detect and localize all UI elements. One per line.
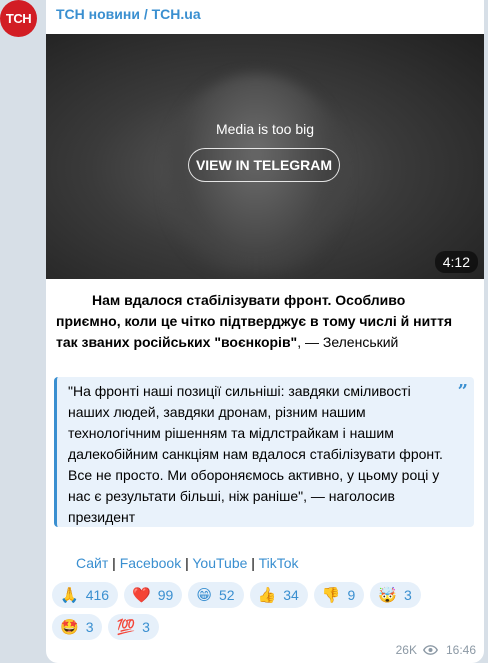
reaction-pray[interactable]: 🙏 416 <box>52 582 119 608</box>
reaction-count: 3 <box>403 587 412 603</box>
social-links: Сайт | Facebook | YouTube | TikTok <box>76 555 299 571</box>
reaction-count: 3 <box>142 619 150 635</box>
reaction-exploding-head[interactable]: 🤯 3 <box>370 582 421 608</box>
blockquote-text: "На фронті наші позиції сильніші: завдяк… <box>68 383 443 525</box>
quote-icon: ” <box>457 381 468 402</box>
reactions-bar: 🙏 416 ❤️ 99 😁 52 👍 34 👎 9 🤯 3 🤩 3 💯 3 <box>52 582 472 640</box>
video-preview[interactable]: Media is too big VIEW IN TELEGRAM 4:12 <box>46 34 484 279</box>
message-bubble: ТСН новини / TCH.ua Media is too big VIE… <box>46 0 484 663</box>
reaction-star-struck[interactable]: 🤩 3 <box>52 614 103 640</box>
reaction-grin[interactable]: 😁 52 <box>188 582 244 608</box>
link-separator: | <box>108 555 120 571</box>
reaction-thumbs-up[interactable]: 👍 34 <box>249 582 308 608</box>
star-struck-icon: 🤩 <box>60 618 79 636</box>
blockquote: "На фронті наші позиції сильніші: завдяк… <box>54 377 474 527</box>
reaction-thumbs-down[interactable]: 👎 9 <box>313 582 365 608</box>
hundred-icon: 💯 <box>116 618 136 636</box>
caption-tail-text: , — Зеленський <box>297 334 399 350</box>
reaction-heart[interactable]: ❤️ 99 <box>124 582 183 608</box>
thumbs-down-icon: 👎 <box>321 586 341 604</box>
link-tiktok[interactable]: TikTok <box>259 555 299 571</box>
channel-title[interactable]: ТСН новини / TCH.ua <box>56 6 201 22</box>
link-site[interactable]: Сайт <box>76 555 108 571</box>
reaction-count: 34 <box>283 587 299 603</box>
reaction-hundred[interactable]: 💯 3 <box>108 614 159 640</box>
reaction-count: 3 <box>85 619 94 635</box>
view-count: 26K <box>395 643 417 657</box>
thumbs-up-icon: 👍 <box>257 586 277 604</box>
link-facebook[interactable]: Facebook <box>120 555 181 571</box>
reaction-count: 416 <box>85 587 110 603</box>
heart-icon: ❤️ <box>132 586 151 604</box>
link-youtube[interactable]: YouTube <box>192 555 247 571</box>
view-in-telegram-button[interactable]: VIEW IN TELEGRAM <box>188 148 340 182</box>
exploding-head-icon: 🤯 <box>378 586 397 604</box>
media-too-big-note: Media is too big <box>215 121 315 137</box>
video-duration: 4:12 <box>434 251 478 273</box>
grin-icon: 😁 <box>196 586 212 604</box>
message-caption: Нам вдалося стабілізувати фронт. Особлив… <box>56 290 468 353</box>
pray-icon: 🙏 <box>60 586 79 604</box>
eye-icon <box>422 645 438 655</box>
reaction-count: 52 <box>218 587 235 603</box>
channel-avatar[interactable]: ТСН <box>0 0 37 37</box>
message-meta: 26K 16:46 <box>396 643 476 657</box>
link-separator: | <box>247 555 259 571</box>
message-time: 16:46 <box>445 643 476 657</box>
reaction-count: 9 <box>347 587 356 603</box>
reaction-count: 99 <box>157 587 174 603</box>
link-separator: | <box>181 555 193 571</box>
